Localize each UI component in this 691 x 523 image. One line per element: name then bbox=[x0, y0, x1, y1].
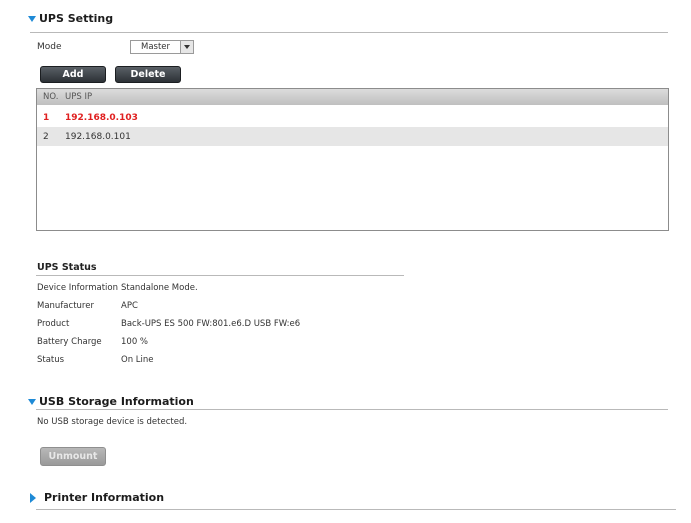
status-key: Status bbox=[37, 355, 65, 365]
column-header-ups-ip: UPS IP bbox=[65, 92, 93, 102]
ups-setting-title: UPS Setting bbox=[39, 12, 114, 25]
row-no: 2 bbox=[43, 131, 49, 142]
collapse-triangle-icon[interactable] bbox=[28, 15, 36, 22]
ups-status-title: UPS Status bbox=[37, 262, 97, 273]
mode-select[interactable]: Master bbox=[130, 40, 194, 54]
add-button[interactable]: Add bbox=[40, 66, 106, 83]
usb-storage-title: USB Storage Information bbox=[39, 395, 194, 408]
table-row[interactable]: 2 192.168.0.101 bbox=[37, 127, 668, 146]
ups-setting-header[interactable]: UPS Setting bbox=[28, 12, 113, 25]
printer-title: Printer Information bbox=[44, 491, 165, 504]
row-no: 1 bbox=[43, 112, 50, 123]
status-row-battery-charge: Battery Charge 100 % bbox=[37, 333, 417, 351]
chevron-down-icon[interactable] bbox=[180, 41, 193, 53]
printer-header[interactable]: Printer Information bbox=[30, 491, 164, 504]
divider bbox=[36, 275, 404, 276]
usb-storage-message: No USB storage device is detected. bbox=[37, 417, 188, 427]
status-row-device-information: Device Information Standalone Mode. bbox=[37, 279, 417, 297]
status-key: Battery Charge bbox=[37, 337, 102, 347]
ups-status-list: Device Information Standalone Mode. Manu… bbox=[37, 279, 417, 369]
unmount-button[interactable]: Unmount bbox=[40, 447, 106, 466]
row-ip: 192.168.0.103 bbox=[65, 112, 138, 123]
status-key: Device Information bbox=[37, 283, 118, 293]
mode-label: Mode bbox=[37, 42, 62, 52]
delete-button[interactable]: Delete bbox=[115, 66, 181, 83]
status-value: 100 % bbox=[121, 337, 149, 347]
divider bbox=[36, 409, 668, 410]
table-header: NO. UPS IP bbox=[37, 89, 668, 105]
mode-select-value: Master bbox=[140, 42, 171, 52]
status-value: Back-UPS ES 500 FW:801.e6.D USB FW:e6 bbox=[121, 319, 301, 329]
row-ip: 192.168.0.101 bbox=[65, 131, 131, 142]
column-header-no: NO. bbox=[43, 92, 59, 102]
status-value: Standalone Mode. bbox=[121, 283, 198, 293]
usb-storage-header[interactable]: USB Storage Information bbox=[28, 395, 194, 408]
status-value: On Line bbox=[121, 355, 154, 365]
expand-triangle-icon[interactable] bbox=[30, 492, 36, 503]
divider bbox=[36, 509, 676, 510]
status-key: Manufacturer bbox=[37, 301, 94, 311]
divider bbox=[30, 32, 668, 33]
status-row-product: Product Back-UPS ES 500 FW:801.e6.D USB … bbox=[37, 315, 417, 333]
status-row-manufacturer: Manufacturer APC bbox=[37, 297, 417, 315]
table-row[interactable]: 1 192.168.0.103 bbox=[37, 108, 668, 127]
status-key: Product bbox=[37, 319, 70, 329]
status-row-status: Status On Line bbox=[37, 351, 417, 369]
collapse-triangle-icon[interactable] bbox=[28, 398, 36, 405]
status-value: APC bbox=[121, 301, 138, 311]
ups-ip-table: NO. UPS IP 1 192.168.0.103 2 192.168.0.1… bbox=[36, 88, 669, 231]
